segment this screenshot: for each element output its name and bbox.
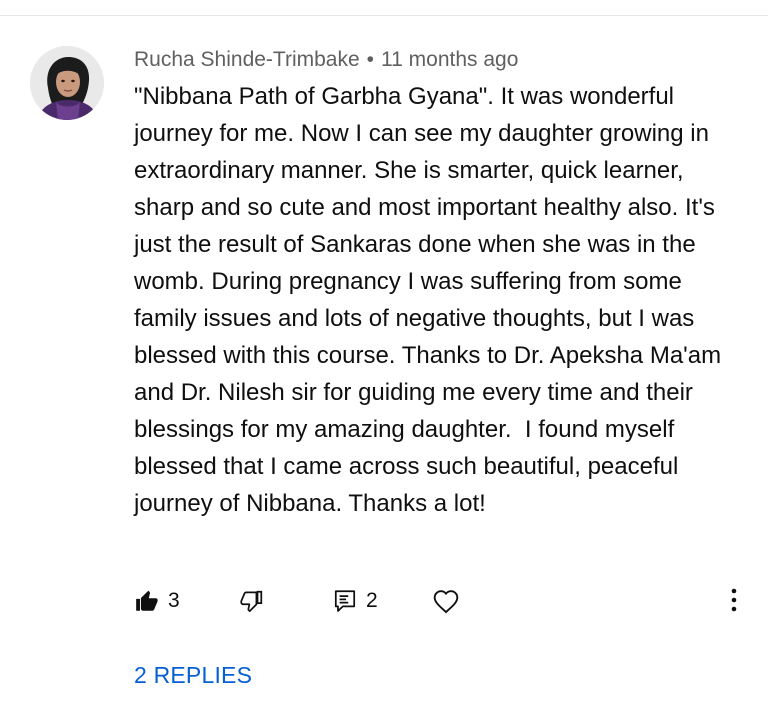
avatar-image (30, 46, 104, 120)
more-vertical-icon (731, 588, 737, 612)
comment-icon (334, 590, 356, 612)
comment-text: "Nibbana Path of Garbha Gyana". It was w… (134, 83, 728, 517)
like-count: 3 (168, 589, 180, 612)
separator: • (366, 48, 375, 71)
like-button[interactable]: 3 (134, 583, 180, 619)
reply-button[interactable]: 2 (332, 583, 378, 619)
reply-count: 2 (366, 589, 378, 612)
heart-icon (433, 590, 459, 614)
dislike-button[interactable] (238, 583, 264, 619)
thumbs-down-icon (240, 590, 263, 613)
comment-actions: 3 2 (134, 583, 754, 619)
timestamp[interactable]: 11 months ago (381, 48, 518, 71)
comment-item: Rucha Shinde-Trimbake • 11 months ago "Nib… (0, 0, 768, 727)
more-actions-button[interactable] (722, 583, 746, 619)
view-replies-button[interactable]: 2 REPLIES (134, 662, 252, 689)
comment-header: Rucha Shinde-Trimbake • 11 months ago (134, 44, 518, 76)
thumbs-up-icon (136, 590, 158, 611)
author-name[interactable]: Rucha Shinde-Trimbake (134, 48, 360, 71)
avatar[interactable] (30, 46, 104, 120)
heart-button[interactable] (432, 583, 460, 619)
